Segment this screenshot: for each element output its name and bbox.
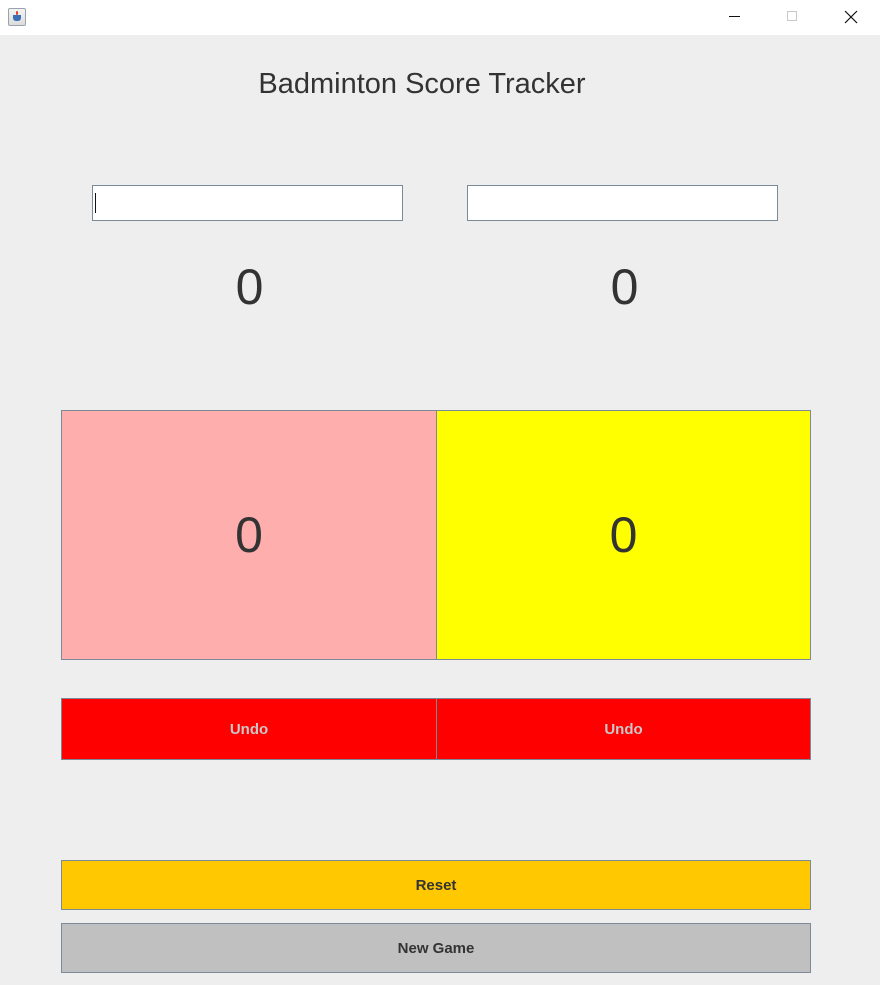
player-1-score-label: 0 (235, 259, 264, 315)
app-window: Badminton Score Tracker 0 0 0 0 Undo Und… (0, 0, 880, 985)
new-game-button[interactable]: New Game (61, 923, 811, 973)
player-1-name-input[interactable] (92, 185, 403, 221)
player-1-undo-button[interactable]: Undo (61, 698, 437, 760)
player-2-score-button[interactable]: 0 (436, 410, 811, 660)
maximize-button[interactable] (763, 0, 821, 35)
player-1-score-button[interactable]: 0 (61, 410, 437, 660)
minimize-button[interactable] (705, 0, 763, 35)
close-button[interactable] (821, 0, 879, 35)
close-icon (844, 10, 858, 24)
text-caret (95, 193, 96, 213)
reset-button[interactable]: Reset (61, 860, 811, 910)
player-2-score-label: 0 (610, 259, 639, 315)
player-2-name-input[interactable] (467, 185, 778, 221)
minimize-icon (729, 16, 740, 17)
maximize-icon (787, 11, 797, 21)
player-2-undo-button[interactable]: Undo (436, 698, 811, 760)
java-cup-icon[interactable] (8, 8, 26, 26)
title-bar[interactable] (0, 0, 880, 35)
app-title: Badminton Score Tracker (258, 68, 586, 100)
java-cup-body (13, 15, 21, 21)
